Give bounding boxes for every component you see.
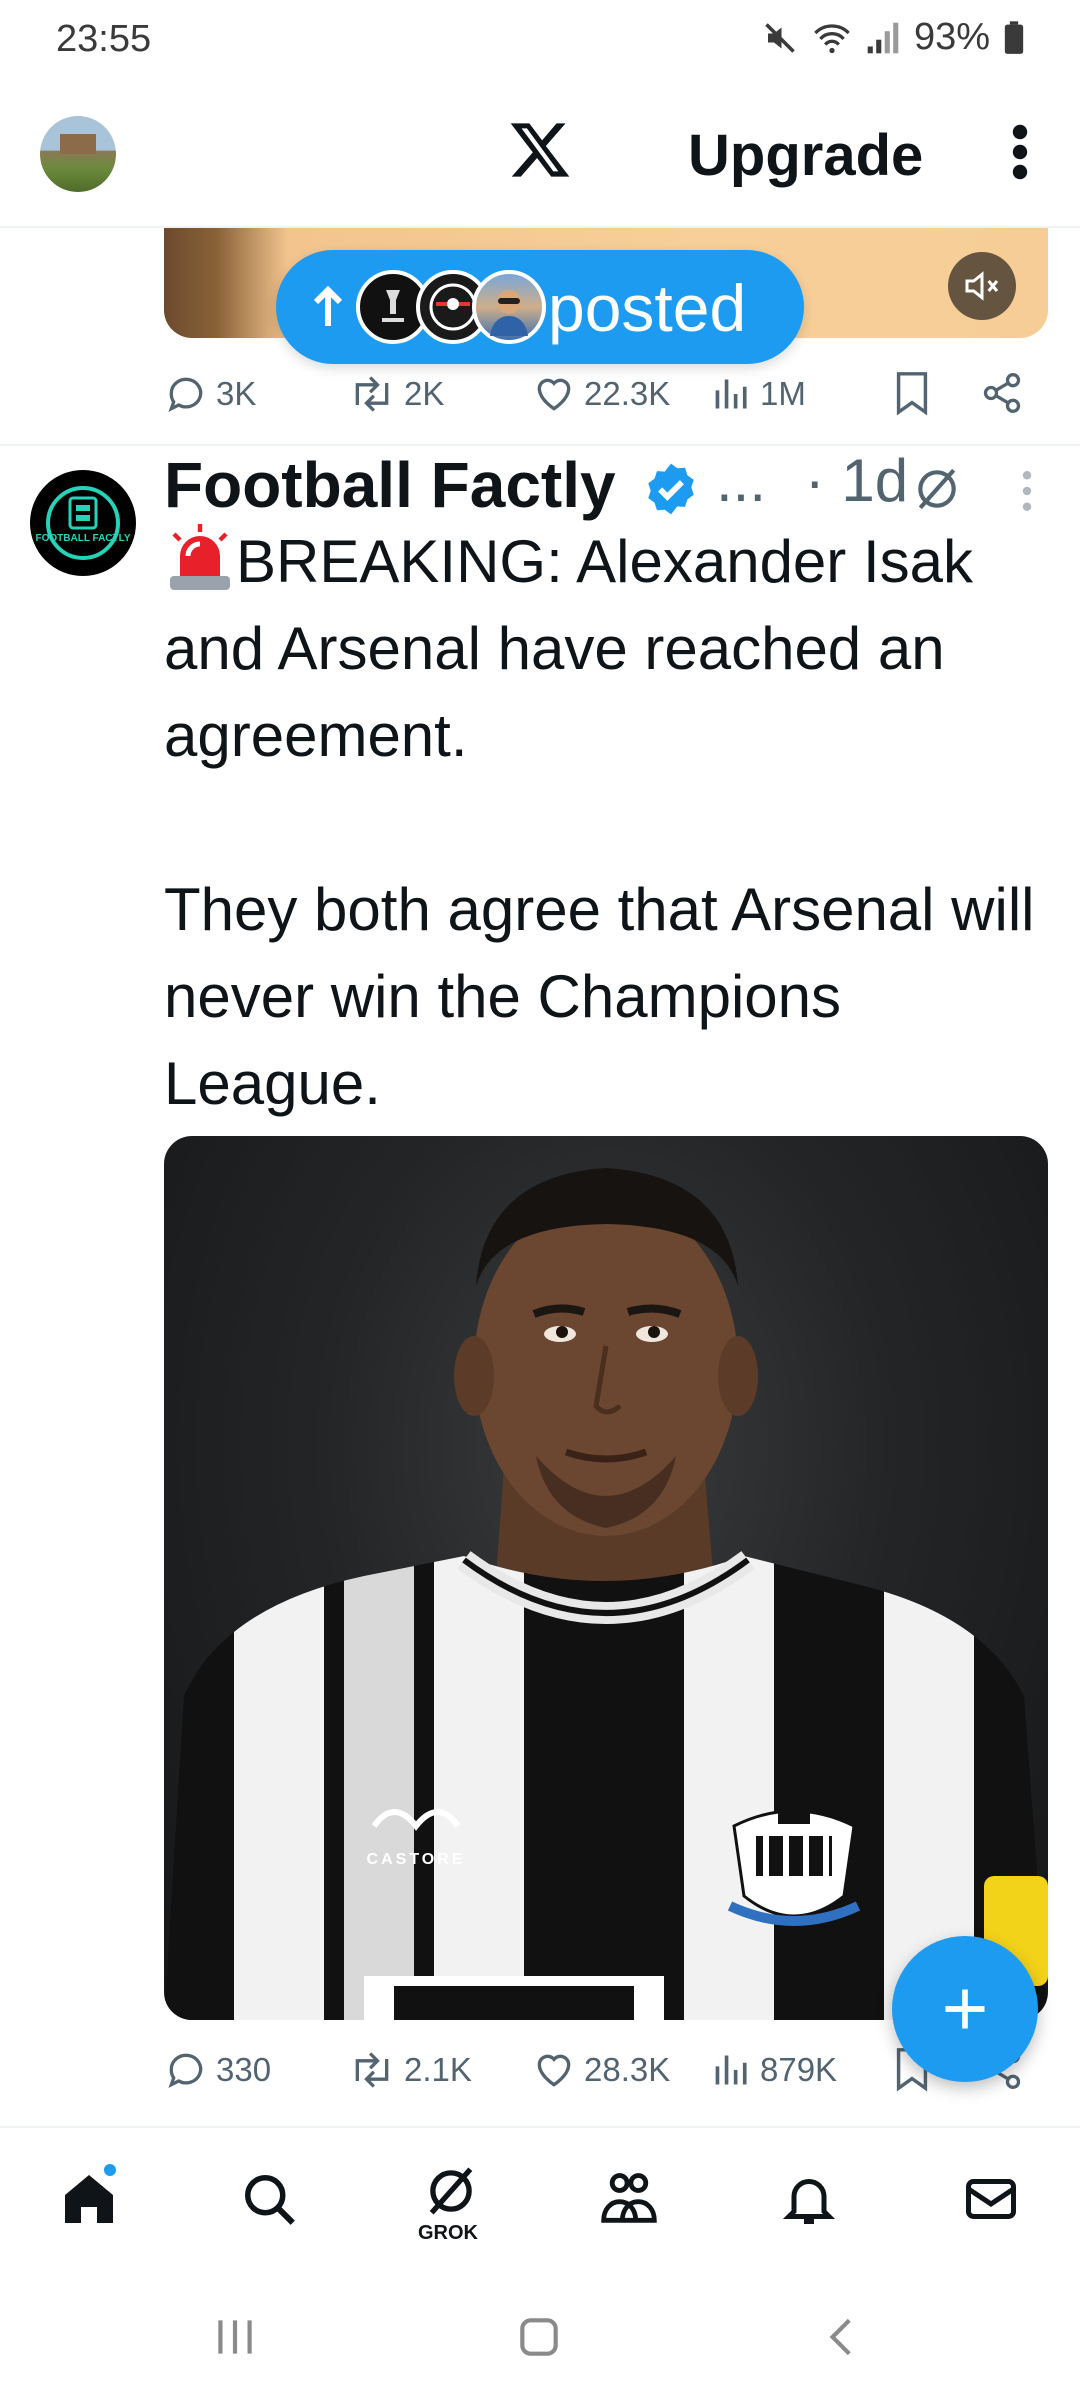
battery-icon: [1004, 20, 1024, 54]
avatar-text: FOOTBALL FACTLY: [35, 533, 131, 544]
reply-button[interactable]: 330: [164, 2048, 271, 2092]
share-icon[interactable]: [980, 370, 1024, 416]
nav-communities[interactable]: [594, 2164, 664, 2234]
like-count: 28.3K: [584, 2051, 671, 2088]
top-app-bar: Upgrade: [0, 80, 1080, 228]
previous-tweet-actions: 3K 2K 22.3K 1M: [164, 364, 1044, 424]
search-icon: [245, 2175, 295, 2225]
system-navigation-bar: [0, 2272, 1080, 2400]
views-count: 879K: [760, 2051, 838, 2088]
home-notification-dot: [102, 2162, 118, 2178]
bell-icon: [782, 2179, 836, 2224]
compose-post-button[interactable]: [892, 1936, 1038, 2082]
reply-count: 3K: [216, 375, 257, 412]
x-logo-icon: [510, 123, 570, 177]
repost-count: 2K: [404, 375, 445, 412]
repost-button[interactable]: 2.1K: [348, 2048, 472, 2092]
like-count: 22.3K: [584, 375, 671, 412]
siren-emoji-icon: [170, 524, 230, 590]
battery-percent: 93%: [913, 16, 990, 58]
author-name[interactable]: Football Factly: [164, 448, 616, 522]
more-options-icon[interactable]: [1008, 124, 1032, 180]
communities-icon: [601, 2173, 657, 2223]
views-icon: [715, 379, 747, 409]
like-button[interactable]: 28.3K: [532, 2048, 670, 2092]
tweet-more-icon[interactable]: [1020, 470, 1034, 512]
grok-icon[interactable]: [912, 464, 962, 514]
mute-icon: [765, 22, 795, 53]
mail-icon: [966, 2179, 1016, 2219]
heart-icon: [537, 378, 571, 411]
bottom-navigation: GROK: [0, 2126, 1080, 2272]
profile-avatar-button[interactable]: [40, 116, 116, 192]
signal-icon: [867, 22, 899, 53]
recent-apps-icon[interactable]: [210, 2312, 260, 2362]
nav-search[interactable]: [234, 2164, 304, 2234]
repost-icon: [355, 2052, 389, 2088]
heart-icon: [537, 2054, 571, 2087]
nav-notifications[interactable]: [774, 2164, 844, 2234]
reply-icon: [168, 2053, 203, 2088]
tweet-text: BREAKING: Alexander Isak and Arsenal hav…: [164, 518, 1044, 1127]
upgrade-button[interactable]: Upgrade: [688, 122, 923, 189]
arrow-up-icon: [313, 285, 343, 326]
grok-icon: [429, 2167, 473, 2215]
reply-count: 330: [216, 2051, 272, 2088]
handle-ellipsis: ...: [716, 447, 767, 514]
tweet-meta: ... · 1d: [716, 446, 908, 515]
views-count: 1M: [760, 375, 806, 412]
tweet-time: · 1d: [804, 447, 909, 514]
new-posts-pill[interactable]: posted: [276, 250, 804, 364]
volume-off-icon: [965, 271, 999, 301]
tweet-divider: [0, 444, 1080, 446]
repost-button[interactable]: 2K: [348, 372, 444, 416]
repost-icon: [355, 376, 389, 412]
video-mute-button[interactable]: [948, 252, 1016, 320]
bookmark-icon[interactable]: [892, 370, 932, 416]
nav-grok[interactable]: [416, 2156, 486, 2226]
back-icon[interactable]: [818, 2312, 868, 2362]
jersey-text: CASTORE: [367, 1851, 466, 1868]
player-photo: CASTORE: [164, 1168, 1048, 2020]
reply-icon: [168, 377, 203, 412]
views-button[interactable]: 879K: [712, 2048, 837, 2092]
tweet-image[interactable]: CASTORE: [164, 1136, 1048, 2020]
home-button-icon[interactable]: [514, 2312, 564, 2362]
status-bar: 23:55 93%: [0, 0, 1080, 80]
nav-messages[interactable]: [956, 2164, 1026, 2234]
like-button[interactable]: 22.3K: [532, 372, 670, 416]
views-icon: [715, 2055, 747, 2085]
verified-badge-icon: [648, 463, 694, 515]
new-posts-label: posted: [548, 271, 747, 345]
poster-avatar: [472, 270, 546, 344]
wifi-icon: [814, 23, 850, 53]
plus-icon: [945, 1989, 985, 2029]
nav-grok-label: GROK: [418, 2222, 478, 2244]
author-avatar[interactable]: FOOTBALL FACTLY: [30, 470, 136, 576]
status-time: 23:55: [56, 18, 152, 60]
views-button[interactable]: 1M: [712, 372, 806, 416]
status-icons: 93%: [762, 16, 1024, 59]
reply-button[interactable]: 3K: [164, 372, 256, 416]
tweet-body: BREAKING: Alexander Isak and Arsenal hav…: [164, 528, 1035, 1117]
repost-count: 2.1K: [404, 2051, 472, 2088]
